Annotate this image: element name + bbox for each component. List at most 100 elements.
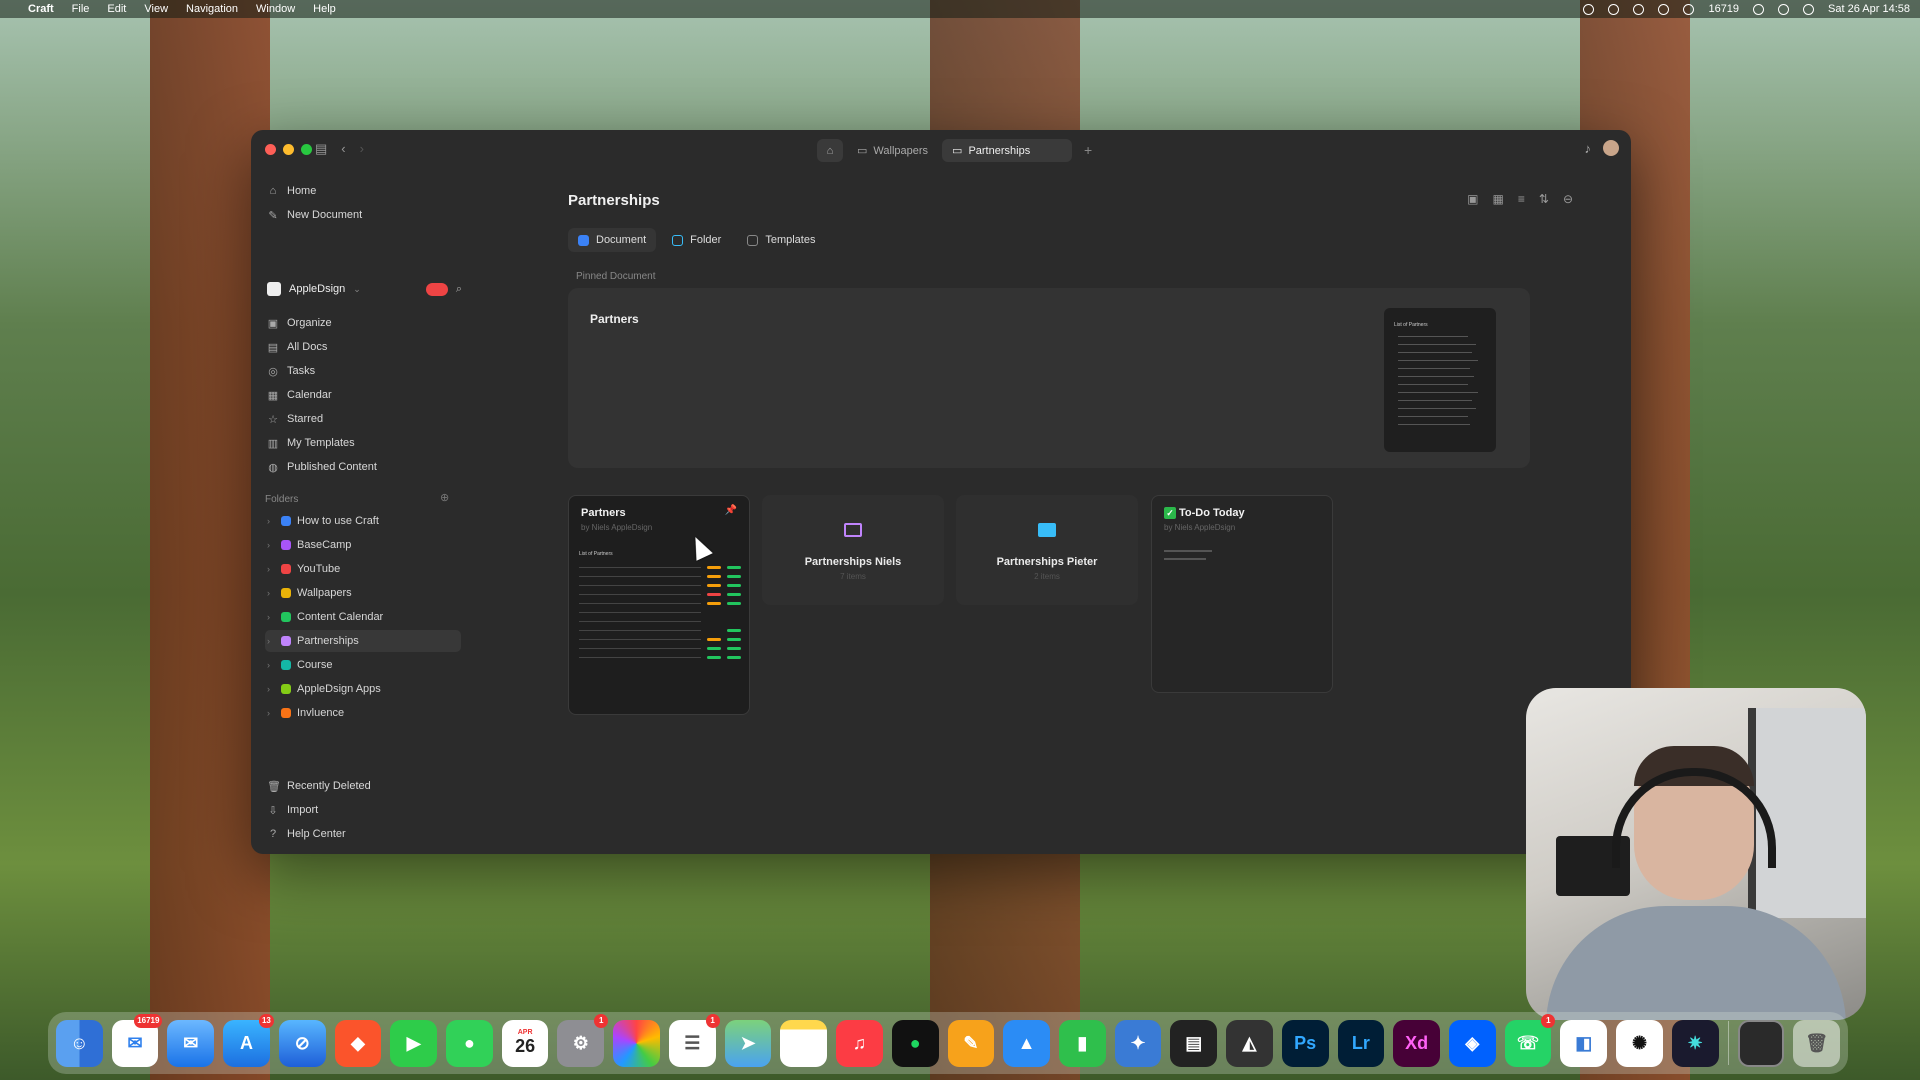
cards-view-icon[interactable]: ▣: [1467, 192, 1478, 206]
sidebar-item-organize[interactable]: ▣ Organize: [267, 312, 457, 334]
close-button[interactable]: [265, 144, 276, 155]
add-tab-button[interactable]: +: [1076, 139, 1100, 162]
minimize-button[interactable]: [283, 144, 294, 155]
menu-view[interactable]: View: [144, 3, 168, 15]
screen-capture-icon[interactable]: [1737, 1019, 1785, 1067]
tab-wallpapers[interactable]: ▭ Wallpapers: [847, 139, 938, 162]
dropbox-icon[interactable]: ◈: [1448, 1019, 1496, 1067]
finder-icon[interactable]: ☺: [56, 1019, 103, 1067]
mail-spark-icon[interactable]: ✉ 16719: [111, 1013, 163, 1067]
members-badge[interactable]: [425, 282, 448, 296]
sidebar-toggle-icon[interactable]: ▤: [315, 141, 327, 157]
trash-icon[interactable]: 🗑: [1793, 1019, 1841, 1067]
spotify-icon[interactable]: ●: [891, 1019, 939, 1067]
folder-youtube[interactable]: › YouTube: [265, 558, 461, 580]
folder-how-to-use-craft[interactable]: › How to use Craft: [265, 510, 461, 532]
chatgpt-icon[interactable]: ✺: [1616, 1019, 1663, 1067]
folder-card-partnerships-pieter[interactable]: Partnerships Pieter 2 items: [956, 495, 1138, 605]
reminders-icon[interactable]: ☰ 1: [668, 1013, 720, 1067]
folder-appledsign-apps[interactable]: › AppleDsign Apps: [265, 678, 461, 700]
add-folder-icon[interactable]: ⊕: [440, 491, 449, 504]
safari-icon[interactable]: ⊘: [278, 1019, 326, 1067]
app-store-icon[interactable]: A 13: [223, 1013, 274, 1067]
zoom-button[interactable]: [301, 144, 312, 155]
record-icon[interactable]: [1583, 3, 1595, 15]
avatar[interactable]: [1603, 140, 1619, 156]
photoshop-icon[interactable]: Ps: [1281, 1019, 1329, 1067]
numbers-icon[interactable]: ▮: [1058, 1019, 1106, 1067]
search-icon[interactable]: [1778, 3, 1790, 15]
chevron-right-icon[interactable]: ›: [267, 516, 275, 526]
chevron-right-icon[interactable]: ›: [267, 540, 275, 550]
new-document-button[interactable]: Document: [568, 228, 657, 252]
menu-navigation[interactable]: Navigation: [186, 3, 238, 15]
sidebar-item-new-document[interactable]: ✎ New Document: [267, 204, 457, 226]
keynote-icon[interactable]: ▲: [1003, 1019, 1050, 1067]
menu-edit[interactable]: Edit: [107, 3, 126, 15]
brave-icon[interactable]: ◆: [334, 1019, 382, 1067]
sidebar-item-my-templates[interactable]: ▥ My Templates: [267, 432, 457, 454]
notification-counter[interactable]: 16719: [1708, 3, 1739, 15]
wifi-icon[interactable]: [1753, 3, 1765, 15]
chevron-right-icon[interactable]: ›: [267, 564, 275, 574]
craft-icon[interactable]: ✦: [1114, 1019, 1162, 1067]
app-menu[interactable]: Craft: [28, 3, 54, 15]
menu-file[interactable]: File: [72, 3, 90, 15]
mail-icon[interactable]: ✉: [167, 1019, 215, 1067]
chevron-right-icon[interactable]: ›: [267, 708, 275, 718]
final-cut-icon[interactable]: ▤: [1170, 1019, 1218, 1067]
folder-partnerships[interactable]: › Partnerships: [265, 630, 461, 652]
figma-icon[interactable]: ✷: [1671, 1019, 1719, 1067]
document-card-partners[interactable]: Partners by Niels AppleDsign 📌 List of P…: [568, 495, 750, 715]
menu-help[interactable]: Help: [313, 3, 336, 15]
sidebar-item-starred[interactable]: ☆ Starred: [267, 408, 457, 430]
chevron-right-icon[interactable]: ›: [267, 636, 275, 646]
screen-icon[interactable]: [1608, 3, 1620, 15]
chevron-right-icon[interactable]: ›: [267, 684, 275, 694]
back-icon[interactable]: ‹: [341, 141, 345, 157]
sidebar-item-tasks[interactable]: ◎ Tasks: [267, 360, 457, 382]
folder-card-partnerships-niels[interactable]: Partnerships Niels 7 items: [762, 495, 944, 605]
folder-content-calendar[interactable]: › Content Calendar: [265, 606, 461, 628]
sync-icon[interactable]: [1633, 3, 1645, 15]
list-view-icon[interactable]: ≡: [1518, 192, 1525, 206]
facetime-icon[interactable]: ▶: [390, 1019, 438, 1067]
craft-docs-icon[interactable]: ◧: [1560, 1019, 1608, 1067]
tab-home[interactable]: ⌂: [817, 139, 843, 162]
chevron-right-icon[interactable]: ›: [267, 588, 275, 598]
messages-icon[interactable]: ●: [446, 1019, 493, 1067]
workspace-switcher[interactable]: AppleDsign ⌄ ⌕: [267, 282, 462, 296]
chevron-right-icon[interactable]: ›: [267, 660, 275, 670]
adobe-xd-icon[interactable]: Xd: [1393, 1019, 1440, 1067]
folder-basecamp[interactable]: › BaseCamp: [265, 534, 461, 556]
sidebar-item-calendar[interactable]: ▦ Calendar: [267, 384, 457, 406]
more-icon[interactable]: ⊖: [1563, 192, 1573, 206]
photos-icon[interactable]: [613, 1019, 660, 1067]
sidebar-item-import[interactable]: ⇩ Import: [267, 799, 457, 821]
music-icon[interactable]: ♫: [836, 1019, 883, 1067]
new-folder-button[interactable]: Folder: [662, 228, 731, 252]
folder-invluence[interactable]: › Invluence: [265, 702, 461, 724]
cloud-icon[interactable]: [1658, 3, 1670, 15]
templates-button[interactable]: Templates: [737, 228, 825, 252]
tab-partnerships[interactable]: ▭ Partnerships: [942, 139, 1073, 162]
chevron-right-icon[interactable]: ›: [267, 612, 275, 622]
clock[interactable]: Sat 26 Apr 14:58: [1828, 3, 1910, 15]
folder-wallpapers[interactable]: › Wallpapers: [265, 582, 461, 604]
document-card-todo-today[interactable]: ✓ To-Do Today by Niels AppleDsign: [1151, 495, 1333, 693]
lightroom-icon[interactable]: Lr: [1337, 1019, 1385, 1067]
notes-icon[interactable]: [780, 1019, 828, 1067]
maps-icon[interactable]: ➤: [724, 1019, 772, 1067]
pinned-document[interactable]: Partners List of Partners: [568, 288, 1530, 468]
forward-icon[interactable]: ›: [360, 141, 364, 157]
whatsapp-icon[interactable]: ☏ 1: [1504, 1013, 1556, 1067]
settings-icon[interactable]: ⚙ 1: [557, 1013, 609, 1067]
control-center-icon[interactable]: [1803, 3, 1815, 15]
pin-icon[interactable]: 📌: [725, 505, 737, 516]
grid-view-icon[interactable]: ▦: [1493, 192, 1504, 206]
search-icon[interactable]: ⌕: [456, 283, 462, 296]
pages-icon[interactable]: ✎: [947, 1019, 995, 1067]
sidebar-item-recently-deleted[interactable]: 🗑 Recently Deleted: [267, 775, 457, 797]
calendar-icon[interactable]: APR 26: [501, 1019, 549, 1067]
bell-icon[interactable]: [1683, 3, 1695, 15]
